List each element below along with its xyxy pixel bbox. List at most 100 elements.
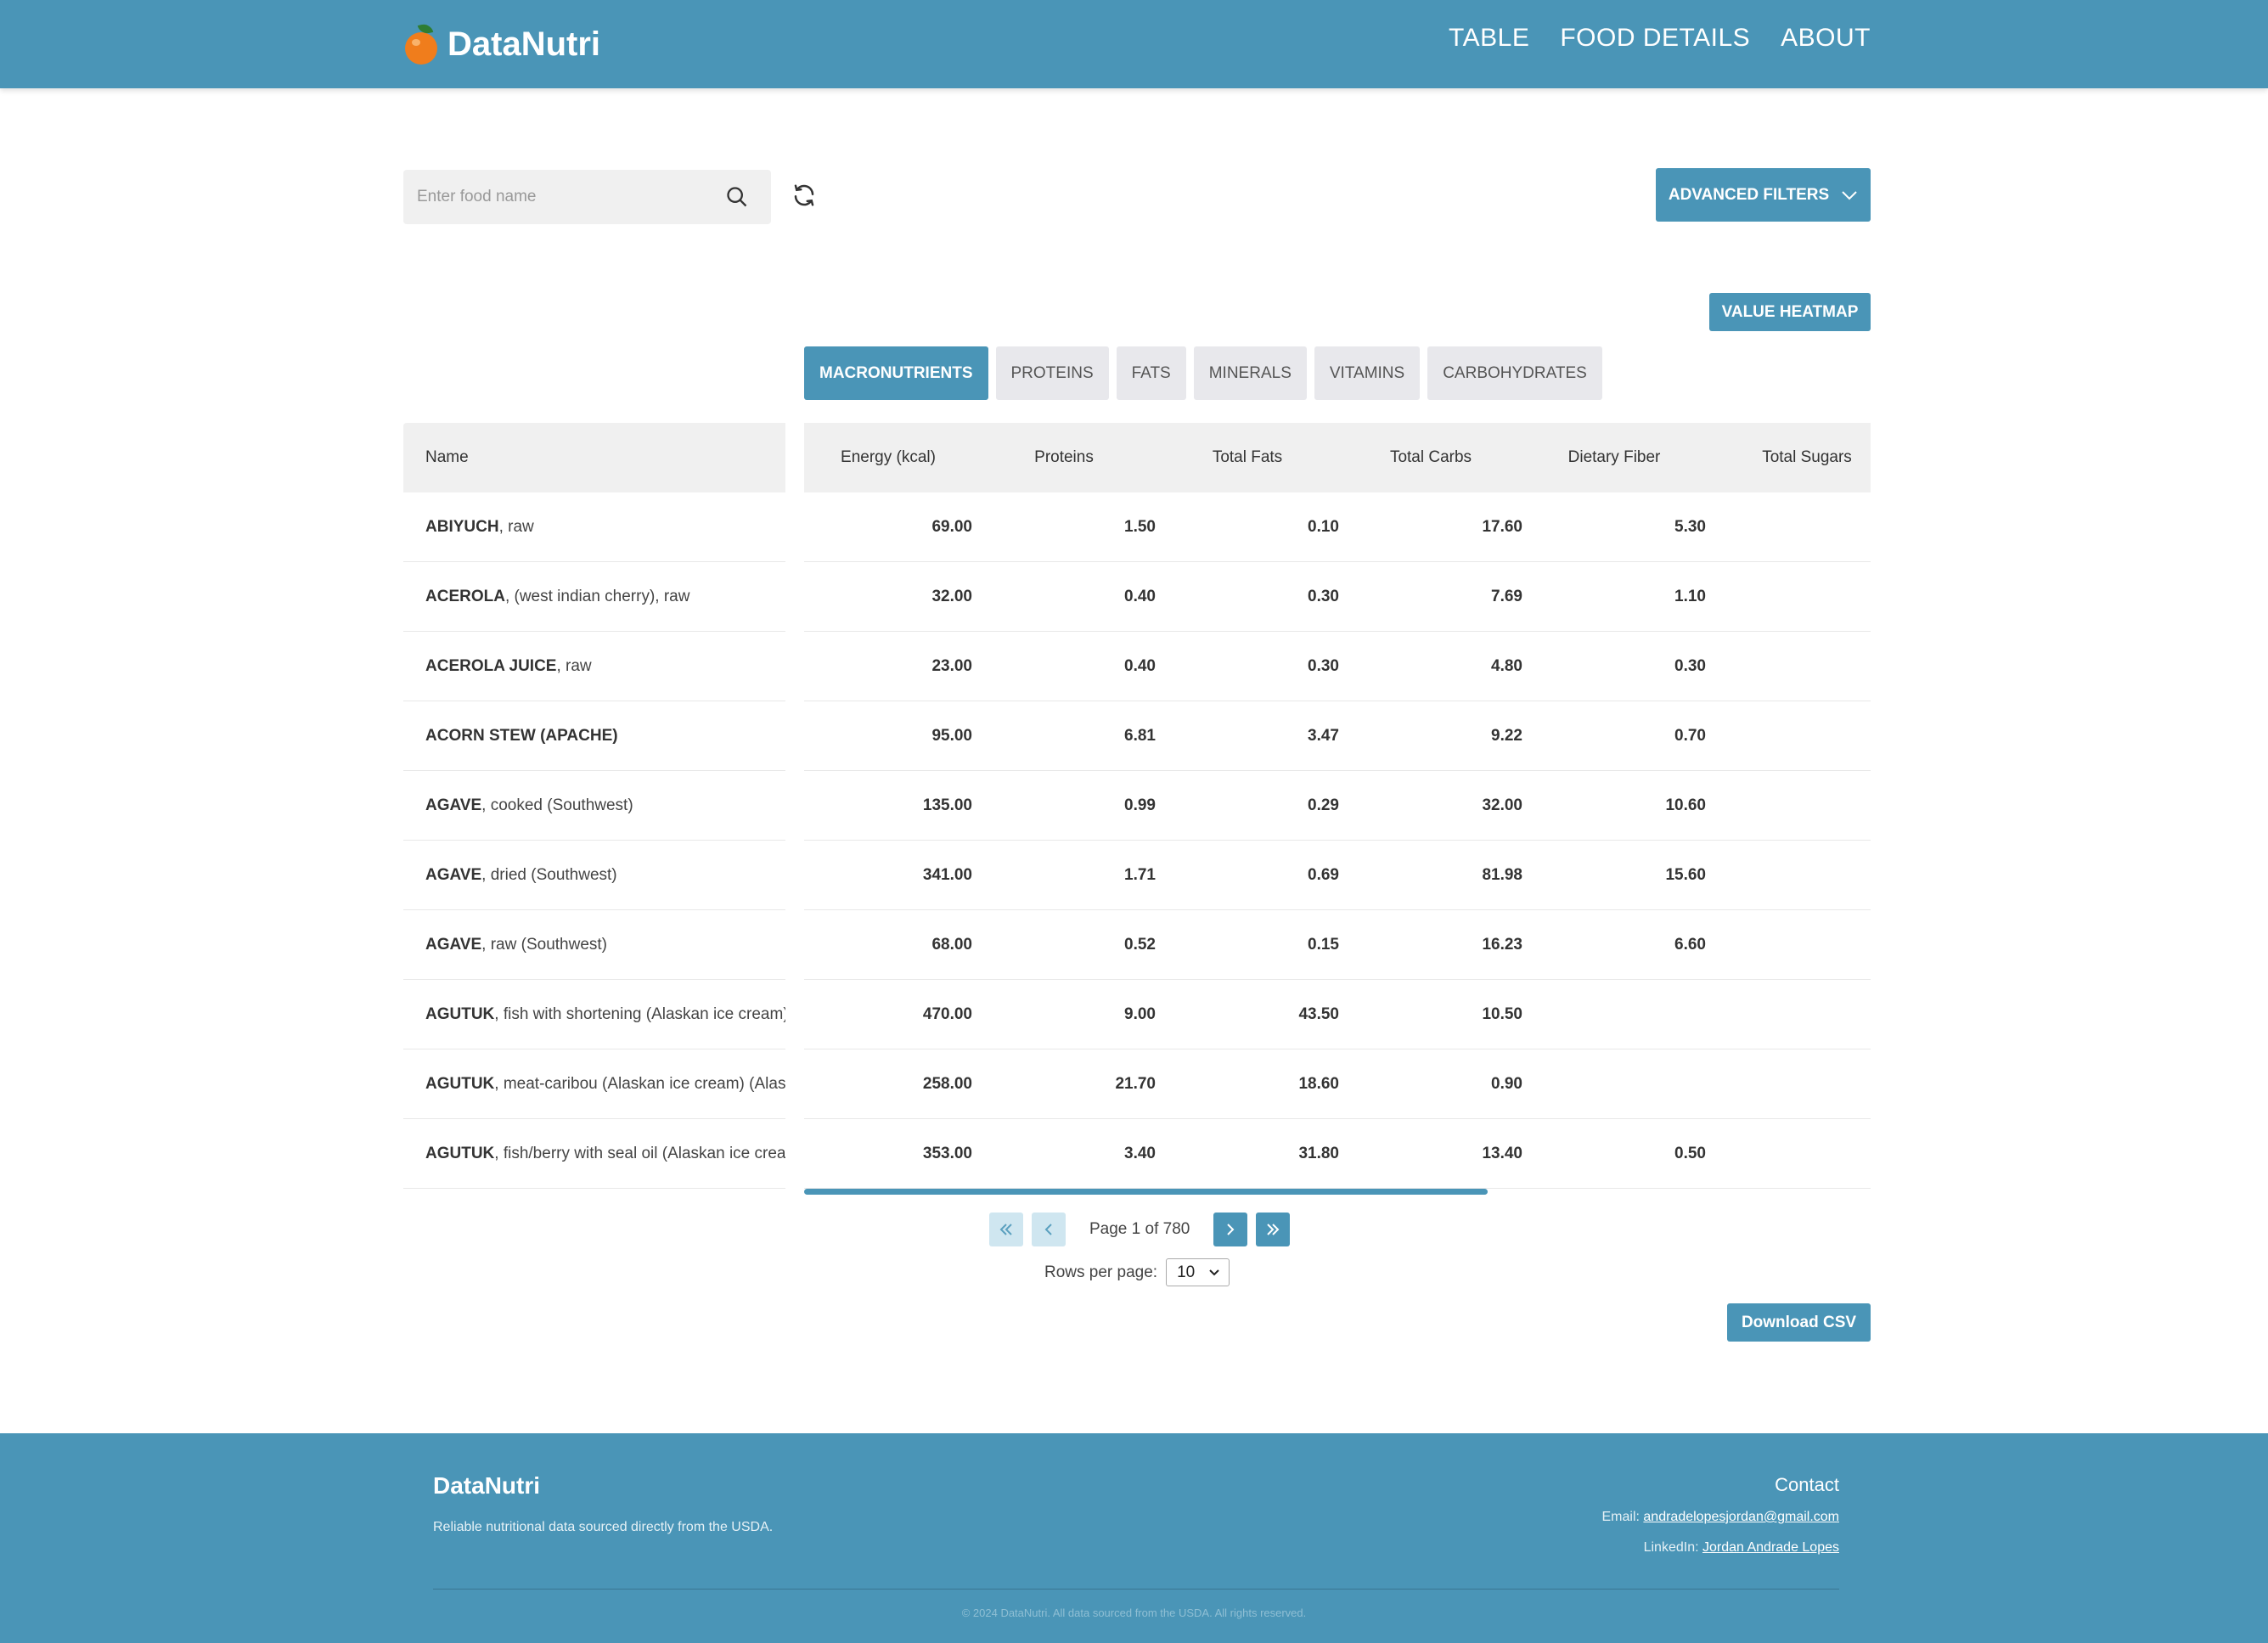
footer-linkedin-link[interactable]: Jordan Andrade Lopes	[1702, 1540, 1839, 1555]
table-cell: 15.60	[1665, 865, 1706, 884]
table-cell: 0.69	[1308, 865, 1339, 884]
food-name-bold: AGAVE	[425, 865, 482, 884]
table-row[interactable]: AGAVE, cooked (Southwest)	[403, 771, 785, 841]
food-name-detail: , raw	[556, 656, 592, 675]
column-header-proteins[interactable]: Proteins	[972, 448, 1156, 467]
column-header-total-fats[interactable]: Total Fats	[1156, 448, 1339, 467]
rows-per-page-select[interactable]: 10	[1166, 1258, 1230, 1286]
search-input[interactable]	[417, 182, 706, 212]
table-cell: 69.00	[931, 517, 972, 536]
table-cell: 341.00	[922, 865, 972, 884]
food-name-bold: AGUTUK	[425, 1074, 495, 1093]
column-header-energy[interactable]: Energy (kcal)	[804, 448, 972, 467]
food-name-detail: , cooked (Southwest)	[481, 796, 633, 814]
table-cell: 0.15	[1308, 935, 1339, 954]
table-cell: 135.00	[922, 796, 972, 814]
nav-item-about[interactable]: ABOUT	[1781, 24, 1871, 53]
refresh-icon[interactable]	[791, 183, 817, 208]
table-cell: 3.47	[1308, 726, 1339, 745]
table-cell: 23.00	[931, 656, 972, 675]
table-row[interactable]: 68.00 0.52 0.15 16.23 6.602.	[804, 910, 1871, 980]
table-row[interactable]: ACORN STEW (APACHE)	[403, 701, 785, 771]
tab-macronutrients[interactable]: MACRONUTRIENTS	[804, 346, 988, 400]
table-row[interactable]: AGUTUK, fish with shortening (Alaskan ic…	[403, 980, 785, 1049]
values-table[interactable]: Energy (kcal) Proteins Total Fats Total …	[804, 423, 1871, 1189]
search-box	[403, 170, 771, 224]
table-cell: 0.40	[1124, 587, 1156, 605]
table-row[interactable]: AGAVE, dried (Southwest)	[403, 841, 785, 910]
table-row[interactable]: ACEROLA JUICE, raw	[403, 632, 785, 701]
name-column-table: Name ABIYUCH, raw ACEROLA, (west indian c…	[403, 423, 785, 1189]
category-tabs: MACRONUTRIENTS PROTEINS FATS MINERALS VI…	[804, 346, 1602, 400]
footer-email-link[interactable]: andradelopesjordan@gmail.com	[1643, 1510, 1839, 1524]
nav-item-table[interactable]: TABLE	[1449, 24, 1529, 53]
table-cell: 4.	[1706, 657, 1871, 676]
tab-proteins[interactable]: PROTEINS	[995, 346, 1109, 400]
footer-linkedin: LinkedIn: Jordan Andrade Lopes	[1644, 1540, 1839, 1556]
advanced-filters-button[interactable]: ADVANCED FILTERS	[1656, 168, 1871, 222]
tab-carbohydrates[interactable]: CARBOHYDRATES	[1427, 346, 1602, 400]
table-cell: 0.52	[1124, 935, 1156, 954]
table-cell: 9.22	[1491, 726, 1522, 745]
table-row[interactable]: ABIYUCH, raw	[403, 492, 785, 562]
table-row[interactable]: 32.00 0.40 0.30 7.69 1.10	[804, 562, 1871, 632]
chevron-down-icon	[1842, 190, 1857, 200]
page-indicator: Page 1 of 780	[1089, 1220, 1190, 1238]
table-cell: 10.50	[1482, 1004, 1522, 1023]
table-cell: 1.71	[1124, 865, 1156, 884]
table-cell: 0.70	[1674, 726, 1706, 745]
table-cell: 0.90	[1491, 1074, 1522, 1093]
table-row[interactable]: AGUTUK, fish/berry with seal oil (Alaska…	[403, 1119, 785, 1189]
table-row[interactable]: 258.00 21.70 18.60 0.90	[804, 1049, 1871, 1119]
table-row[interactable]: ACEROLA, (west indian cherry), raw	[403, 562, 785, 632]
table-cell: 16.23	[1482, 935, 1522, 954]
table-row[interactable]: 470.00 9.00 43.50 10.50	[804, 980, 1871, 1049]
table-row[interactable]: 95.00 6.81 3.47 9.22 0.700.	[804, 701, 1871, 771]
column-header-dietary-fiber[interactable]: Dietary Fiber	[1522, 448, 1706, 467]
food-name-detail: , fish with shortening (Alaskan ice crea…	[494, 1004, 785, 1023]
table-cell: 0.30	[1308, 656, 1339, 675]
column-header-total-carbs[interactable]: Total Carbs	[1339, 448, 1522, 467]
food-name-bold: ABIYUCH	[425, 517, 499, 536]
table-row[interactable]: 23.000.400.304.800.304.	[804, 632, 1871, 701]
orange-logo-icon	[403, 22, 441, 66]
table-row[interactable]: 135.00 0.99 0.29 32.00 10.6020.	[804, 771, 1871, 841]
name-header[interactable]: Name	[403, 423, 785, 492]
food-name-detail: , fish/berry with seal oil (Alaskan ice …	[494, 1144, 785, 1162]
table-cell: 1.50	[1124, 517, 1156, 536]
chevron-right-icon	[1227, 1224, 1235, 1235]
last-page-button[interactable]	[1256, 1213, 1291, 1246]
table-row[interactable]: AGAVE, raw (Southwest)	[403, 910, 785, 980]
table-row[interactable]: 69.00 1.50 0.10 17.60 5.308.	[804, 492, 1871, 562]
food-name-bold: ACORN STEW (APACHE)	[425, 726, 618, 745]
table-cell: 21.70	[1115, 1074, 1156, 1093]
horizontal-scrollbar[interactable]	[804, 1189, 1488, 1195]
table-cell: 0.40	[1124, 656, 1156, 675]
table-row[interactable]: AGUTUK, meat-caribou (Alaskan ice cream)…	[403, 1049, 785, 1119]
next-page-button[interactable]	[1213, 1213, 1248, 1246]
tab-fats[interactable]: FATS	[1116, 346, 1186, 400]
previous-page-button[interactable]	[1032, 1213, 1066, 1246]
download-csv-button[interactable]: Download CSV	[1727, 1303, 1871, 1342]
app-title: DataNutri	[447, 25, 601, 63]
double-chevron-right-icon	[1267, 1224, 1280, 1235]
food-name-detail: , raw	[498, 517, 534, 536]
footer-linkedin-label: LinkedIn:	[1643, 1540, 1699, 1555]
value-heatmap-button[interactable]: VALUE HEATMAP	[1709, 293, 1871, 331]
table-cell: 3.40	[1124, 1144, 1156, 1162]
table-row[interactable]: 341.00 1.71 0.69 81.98 15.6050.	[804, 841, 1871, 910]
table-cell: 470.00	[922, 1004, 972, 1023]
nav-item-food-details[interactable]: FOOD DETAILS	[1560, 24, 1750, 53]
column-header-total-sugars[interactable]: Total Sugars	[1706, 448, 1871, 467]
logo[interactable]: DataNutri	[403, 19, 600, 70]
tab-minerals[interactable]: MINERALS	[1193, 346, 1307, 400]
table-cell: 5.30	[1674, 517, 1706, 536]
food-name-detail: , dried (Southwest)	[481, 865, 617, 884]
search-icon[interactable]	[725, 185, 749, 209]
first-page-button[interactable]	[989, 1213, 1023, 1246]
chevron-left-icon	[1044, 1224, 1052, 1235]
table-cell: 1.10	[1674, 587, 1706, 605]
tab-vitamins[interactable]: VITAMINS	[1314, 346, 1421, 400]
table-row[interactable]: 353.00 3.40 31.80 13.40 0.50	[804, 1119, 1871, 1189]
footer-email: Email: andradelopesjordan@gmail.com	[1602, 1510, 1840, 1525]
